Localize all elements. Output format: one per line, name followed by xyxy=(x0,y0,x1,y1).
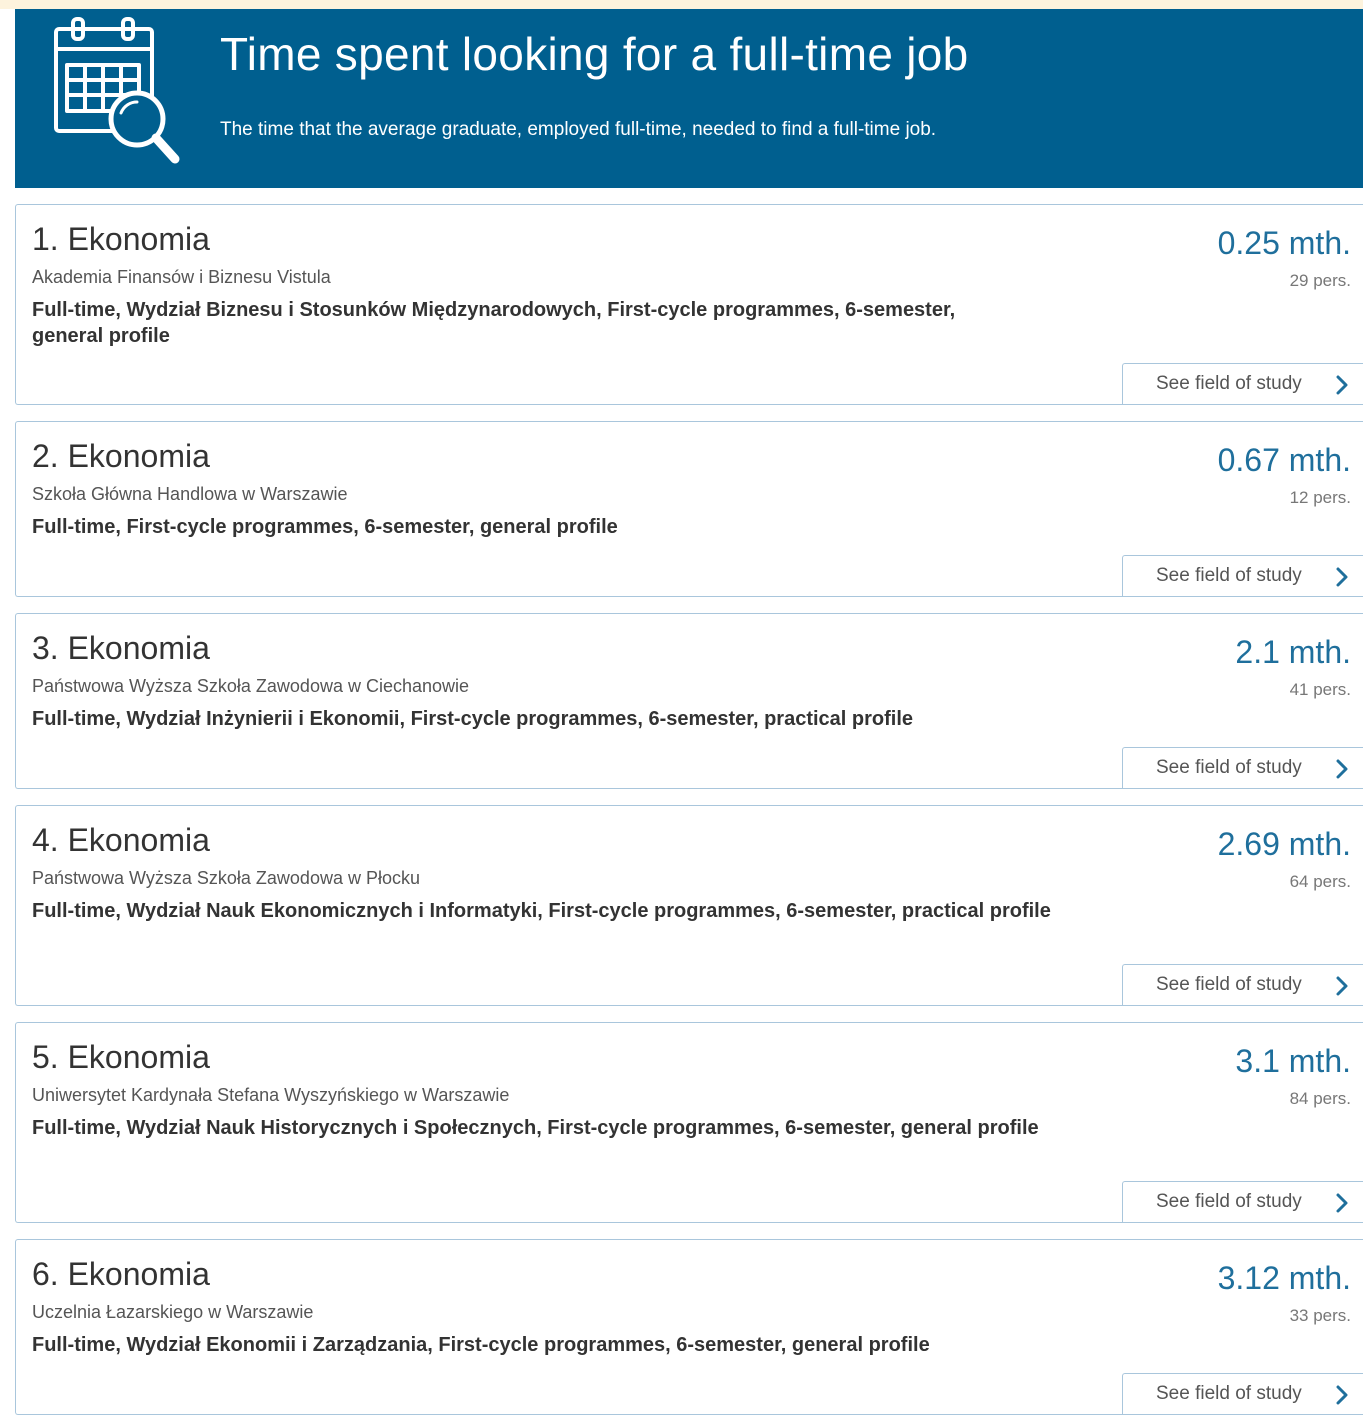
see-field-of-study-label: See field of study xyxy=(1156,974,1302,995)
card-title: 4. Ekonomia xyxy=(32,822,210,858)
result-card: 3. Ekonomia Państwowa Wyższa Szkoła Zawo… xyxy=(15,613,1363,789)
calendar-search-icon xyxy=(54,17,180,164)
card-details: Full-time, Wydział Inżynierii i Ekonomii… xyxy=(32,708,914,730)
card-title: 1. Ekonomia xyxy=(32,221,210,257)
card-title: 6. Ekonomia xyxy=(32,1256,210,1292)
time-value: 3.1 mth. xyxy=(1235,1043,1351,1079)
chevron-right-icon xyxy=(1336,567,1348,587)
people-count: 33 pers. xyxy=(1289,1306,1351,1325)
chevron-right-icon xyxy=(1336,1193,1348,1213)
result-card: 5. Ekonomia Uniwersytet Kardynała Stefan… xyxy=(15,1022,1363,1223)
see-field-of-study-button[interactable]: See field of study xyxy=(1122,1373,1363,1415)
card-title: 3. Ekonomia xyxy=(32,630,210,666)
people-count: 64 pers. xyxy=(1289,872,1351,891)
see-field-of-study-button[interactable]: See field of study xyxy=(1122,363,1363,405)
people-count: 29 pers. xyxy=(1289,271,1351,290)
card-university: Państwowa Wyższa Szkoła Zawodowa w Ciech… xyxy=(32,676,470,696)
see-field-of-study-label: See field of study xyxy=(1156,1191,1302,1212)
time-value: 0.67 mth. xyxy=(1217,442,1351,478)
card-university: Uczelnia Łazarskiego w Warszawie xyxy=(32,1302,314,1322)
see-field-of-study-button[interactable]: See field of study xyxy=(1122,1181,1363,1223)
result-card: 1. Ekonomia Akademia Finansów i Biznesu … xyxy=(15,204,1363,405)
card-university: Akademia Finansów i Biznesu Vistula xyxy=(32,267,331,287)
result-card: 2. Ekonomia Szkoła Główna Handlowa w War… xyxy=(15,421,1363,597)
people-count: 12 pers. xyxy=(1289,488,1351,507)
chevron-right-icon xyxy=(1336,759,1348,779)
top-strip xyxy=(0,0,1363,9)
card-university: Uniwersytet Kardynała Stefana Wyszyńskie… xyxy=(32,1085,510,1105)
card-university: Szkoła Główna Handlowa w Warszawie xyxy=(32,484,348,504)
see-field-of-study-label: See field of study xyxy=(1156,565,1302,586)
card-title: 5. Ekonomia xyxy=(32,1039,210,1075)
time-value: 0.25 mth. xyxy=(1217,225,1351,261)
chevron-right-icon xyxy=(1336,1385,1348,1405)
see-field-of-study-label: See field of study xyxy=(1156,757,1302,778)
card-details: Full-time, Wydział Ekonomii i Zarządzani… xyxy=(32,1334,930,1356)
result-card: 6. Ekonomia Uczelnia Łazarskiego w Warsz… xyxy=(15,1239,1363,1415)
people-count: 84 pers. xyxy=(1289,1089,1351,1108)
chevron-right-icon xyxy=(1336,375,1348,395)
header-banner: Time spent looking for a full-time job T… xyxy=(15,9,1363,188)
time-value: 2.69 mth. xyxy=(1217,826,1351,862)
card-details: Full-time, Wydział Nauk Historycznych i … xyxy=(32,1117,1039,1139)
people-count: 41 pers. xyxy=(1289,680,1351,699)
page-subtitle: The time that the average graduate, empl… xyxy=(220,119,937,140)
see-field-of-study-label: See field of study xyxy=(1156,1383,1302,1404)
page-title: Time spent looking for a full-time job xyxy=(220,28,969,80)
card-details: Full-time, Wydział Biznesu i Stosunków M… xyxy=(32,299,956,347)
chevron-right-icon xyxy=(1336,976,1348,996)
time-value: 3.12 mth. xyxy=(1217,1260,1351,1296)
result-card: 4. Ekonomia Państwowa Wyższa Szkoła Zawo… xyxy=(15,805,1363,1006)
card-university: Państwowa Wyższa Szkoła Zawodowa w Płock… xyxy=(32,868,420,888)
see-field-of-study-button[interactable]: See field of study xyxy=(1122,747,1363,789)
see-field-of-study-button[interactable]: See field of study xyxy=(1122,964,1363,1006)
card-title: 2. Ekonomia xyxy=(32,438,210,474)
card-details: Full-time, Wydział Nauk Ekonomicznych i … xyxy=(32,900,1051,922)
time-value: 2.1 mth. xyxy=(1235,634,1351,670)
card-details: Full-time, First-cycle programmes, 6-sem… xyxy=(32,516,618,538)
see-field-of-study-label: See field of study xyxy=(1156,373,1302,394)
see-field-of-study-button[interactable]: See field of study xyxy=(1122,555,1363,597)
